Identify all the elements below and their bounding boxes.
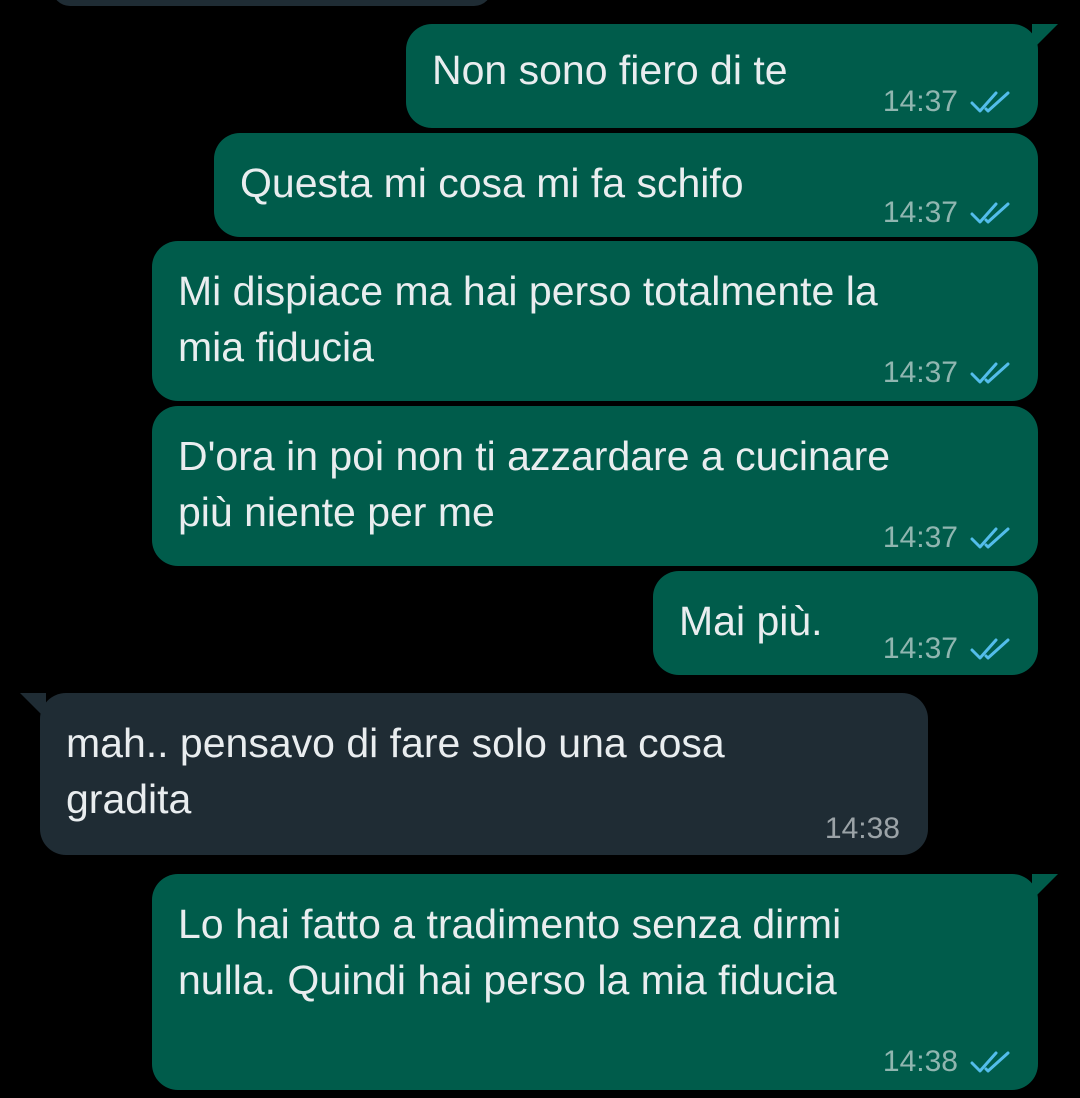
message-meta: 14:37: [883, 185, 1014, 241]
double-check-icon: [970, 89, 1014, 115]
message-text-line: più niente per me: [178, 489, 495, 535]
message-meta: 14:37: [883, 74, 1014, 130]
message-text-line: gradita: [66, 776, 192, 822]
message-time: 14:37: [882, 356, 958, 389]
message-meta: 14:38: [825, 801, 900, 857]
message-time: 14:37: [882, 521, 958, 554]
message-time: 14:37: [882, 196, 958, 229]
message-text-line: D'ora in poi non ti azzardare a cucinare: [178, 433, 891, 479]
double-check-icon: [970, 636, 1014, 662]
message-meta: 14:37: [883, 510, 1014, 566]
message-time: 14:37: [882, 632, 958, 665]
message-text-line: Lo hai fatto a tradimento senza dirmi: [178, 901, 842, 947]
message-text-line: mia fiducia: [178, 324, 374, 370]
double-check-icon: [970, 1049, 1014, 1075]
bubble-tail: [20, 693, 46, 719]
message-text-line: mah.. pensavo di fare solo una cosa: [66, 720, 725, 766]
double-check-icon: [970, 200, 1014, 226]
outgoing-message-bubble[interactable]: Mai più. 14:37: [653, 571, 1038, 675]
outgoing-message-bubble[interactable]: Non sono fiero di te 14:37: [406, 24, 1058, 130]
message-text-line: nulla. Quindi hai perso la mia fiducia: [178, 957, 837, 1003]
incoming-message-bubble[interactable]: mah.. pensavo di fare solo una cosa grad…: [20, 693, 928, 857]
previous-message-bubble-edge: [52, 0, 492, 6]
message-meta: 14:38: [883, 1034, 1014, 1090]
message-text: Non sono fiero di te: [432, 47, 788, 93]
message-time: 14:37: [882, 85, 958, 118]
outgoing-message-bubble[interactable]: Mi dispiace ma hai perso totalmente la m…: [152, 241, 1038, 401]
message-text: Questa mi cosa mi fa schifo: [240, 160, 744, 206]
message-time: 14:38: [882, 1045, 958, 1078]
message-meta: 14:37: [883, 345, 1014, 401]
bubble-tail: [1032, 874, 1058, 900]
double-check-icon: [970, 360, 1014, 386]
outgoing-message-bubble[interactable]: Lo hai fatto a tradimento senza dirmi nu…: [152, 874, 1058, 1090]
outgoing-message-bubble[interactable]: D'ora in poi non ti azzardare a cucinare…: [152, 406, 1038, 566]
message-text: Mai più.: [679, 598, 823, 644]
message-text-line: Mi dispiace ma hai perso totalmente la: [178, 268, 878, 314]
message-time: 14:38: [824, 812, 900, 845]
double-check-icon: [970, 525, 1014, 551]
message-meta: 14:37: [883, 621, 1014, 677]
outgoing-message-bubble[interactable]: Questa mi cosa mi fa schifo 14:37: [214, 133, 1038, 237]
bubble-tail: [1032, 24, 1058, 50]
